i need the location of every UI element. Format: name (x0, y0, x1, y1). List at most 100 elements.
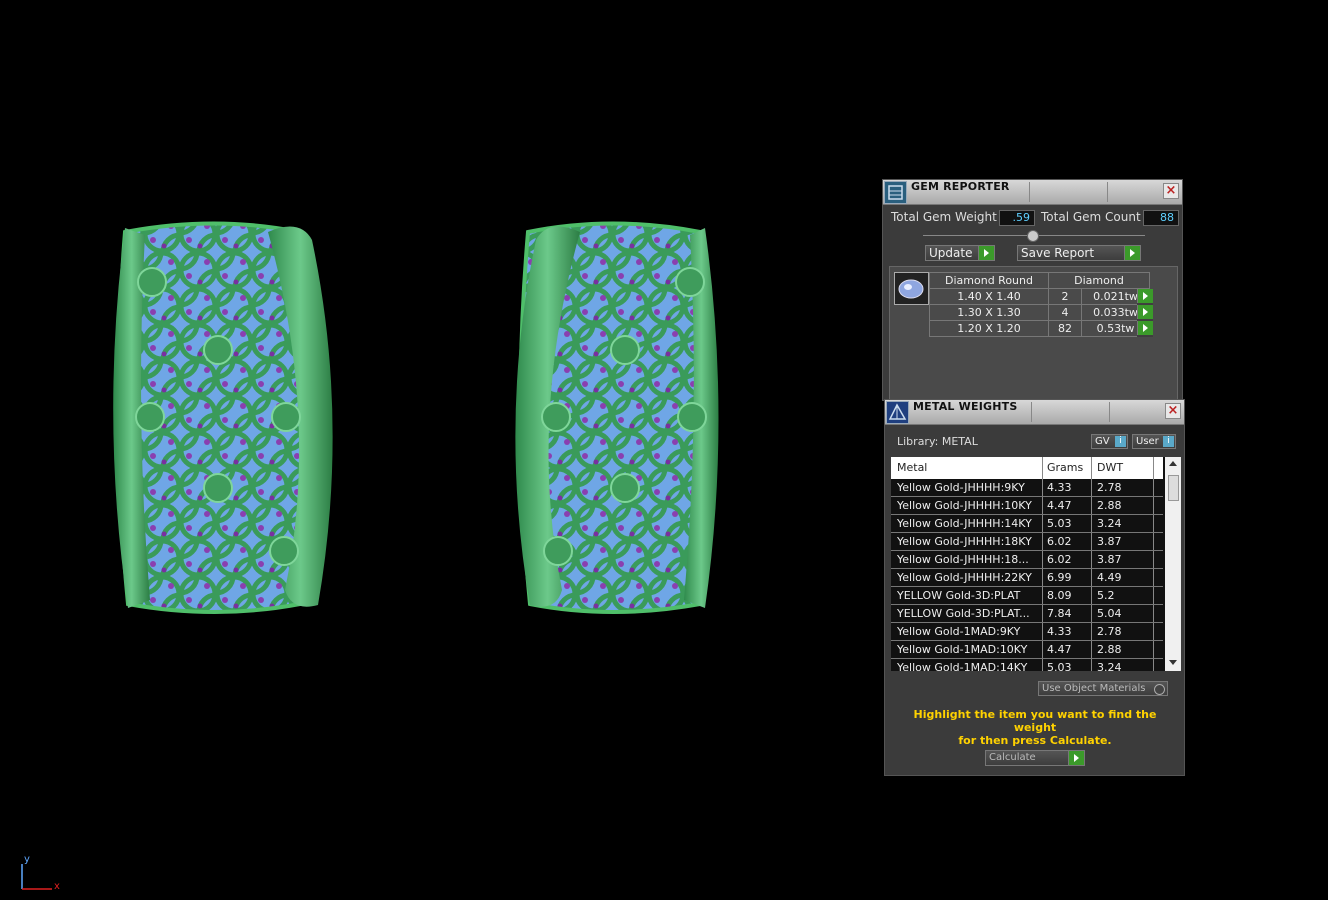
metal-grams: 5.03 (1047, 517, 1072, 530)
metal-row[interactable]: Yellow Gold-1MAD:10KY 4.47 2.88 (891, 641, 1163, 659)
select-row-button[interactable] (1137, 305, 1153, 321)
axis-x-label: x (54, 881, 60, 892)
info-icon: i (1163, 436, 1174, 447)
metal-dwt: 5.04 (1097, 607, 1122, 620)
metal-row[interactable]: YELLOW Gold-3D:PLAT... 7.84 5.04 (891, 605, 1163, 623)
metal-grams: 6.99 (1047, 571, 1072, 584)
earring-right (515, 221, 719, 614)
metal-row[interactable]: Yellow Gold-1MAD:9KY 4.33 2.78 (891, 623, 1163, 641)
radio-icon (1154, 684, 1165, 695)
update-button[interactable]: Update (925, 245, 995, 261)
metal-dwt: 2.88 (1097, 643, 1122, 656)
metal-row[interactable]: Yellow Gold-JHHHH:10KY 4.47 2.88 (891, 497, 1163, 515)
gem-table-row[interactable]: 1.20 X 1.20 82 0.53tw (929, 320, 1150, 337)
splitter-handle-icon[interactable] (1027, 230, 1039, 242)
metal-table-header: Metal Grams DWT (891, 457, 1163, 479)
metal-grams: 8.09 (1047, 589, 1072, 602)
metal-dwt: 4.49 (1097, 571, 1122, 584)
metal-row[interactable]: Yellow Gold-JHHHH:9KY 4.33 2.78 (891, 479, 1163, 497)
metal-dwt: 3.24 (1097, 661, 1122, 671)
gem-list-area: Diamond Round Diamond 1.40 X 1.40 2 0.02… (889, 266, 1178, 404)
metal-row[interactable]: Yellow Gold-JHHHH:14KY 5.03 3.24 (891, 515, 1163, 533)
gem-table-header-shape: Diamond Round (929, 272, 1049, 289)
gem-table: Diamond Round Diamond 1.40 X 1.40 2 0.02… (929, 272, 1150, 337)
use-object-materials-label: Use Object Materials (1042, 683, 1146, 694)
gem-count: 82 (1048, 320, 1082, 337)
select-row-button[interactable] (1137, 321, 1153, 337)
metal-grams: 6.02 (1047, 553, 1072, 566)
metal-weights-titlebar[interactable]: METAL WEIGHTS × (885, 400, 1184, 425)
user-toggle[interactable]: User i (1132, 434, 1176, 449)
metal-table[interactable]: Metal Grams DWT Yellow Gold-JHHHH:9KY 4.3… (891, 457, 1181, 671)
metal-grams: 5.03 (1047, 661, 1072, 671)
gem-table-row[interactable]: 1.30 X 1.30 4 0.033tw (929, 304, 1150, 321)
axis-gizmo: y x (14, 852, 64, 896)
metal-dwt: 3.87 (1097, 535, 1122, 548)
metal-grams: 4.33 (1047, 625, 1072, 638)
gem-reporter-icon (884, 181, 907, 204)
diamond-icon[interactable] (894, 272, 929, 305)
play-icon (1137, 321, 1153, 335)
axis-y-label: y (24, 854, 30, 865)
total-gem-count-label: Total Gem Count (1041, 210, 1141, 224)
gem-table-header-material: Diamond (1048, 272, 1150, 289)
metal-dwt: 2.88 (1097, 499, 1122, 512)
calculate-label: Calculate (989, 752, 1036, 763)
close-icon[interactable]: × (1163, 183, 1179, 199)
gem-size: 1.30 X 1.30 (929, 304, 1049, 321)
close-icon[interactable]: × (1165, 403, 1181, 419)
metal-table-rows: Yellow Gold-JHHHH:9KY 4.33 2.78 Yellow Gold… (891, 479, 1163, 671)
metal-name: Yellow Gold-JHHHH:14KY (897, 517, 1032, 530)
metal-row[interactable]: Yellow Gold-JHHHH:18KY 6.02 3.87 (891, 533, 1163, 551)
metal-name: Yellow Gold-1MAD:14KY (897, 661, 1028, 671)
play-icon (1068, 751, 1084, 765)
play-icon (1137, 289, 1153, 303)
metal-grams: 4.47 (1047, 499, 1072, 512)
info-icon: i (1115, 436, 1126, 447)
metal-dwt: 3.24 (1097, 517, 1122, 530)
gem-reporter-panel: GEM REPORTER × Total Gem Weight .59 Tota… (882, 179, 1183, 404)
gem-table-row[interactable]: 1.40 X 1.40 2 0.021tw (929, 288, 1150, 305)
calculate-hint: Highlight the item you want to find the … (895, 708, 1175, 747)
gem-reporter-title: GEM REPORTER (911, 180, 1010, 193)
metal-column-header[interactable]: Metal (897, 461, 927, 474)
metal-name: Yellow Gold-JHHHH:22KY (897, 571, 1032, 584)
metal-row[interactable]: Yellow Gold-1MAD:14KY 5.03 3.24 (891, 659, 1163, 671)
save-report-button[interactable]: Save Report (1017, 245, 1141, 261)
gem-count: 2 (1048, 288, 1082, 305)
grams-column-header[interactable]: Grams (1047, 461, 1083, 474)
select-row-button[interactable] (1137, 289, 1153, 305)
metal-name: Yellow Gold-JHHHH:18KY (897, 535, 1032, 548)
metal-weights-panel: METAL WEIGHTS × Library: METAL GV i User… (884, 399, 1185, 776)
metal-row[interactable]: Yellow Gold-JHHHH:22KY 6.99 4.49 (891, 569, 1163, 587)
metal-name: Yellow Gold-JHHHH:18... (897, 553, 1029, 566)
earring-left (113, 221, 333, 614)
use-object-materials-toggle[interactable]: Use Object Materials (1038, 681, 1168, 696)
metal-name: Yellow Gold-1MAD:9KY (897, 625, 1021, 638)
gem-size: 1.20 X 1.20 (929, 320, 1049, 337)
save-report-label: Save Report (1021, 246, 1095, 260)
gv-label: GV (1095, 436, 1110, 447)
library-label: Library: METAL (897, 435, 978, 448)
metal-table-scrollbar[interactable] (1165, 457, 1181, 671)
scroll-thumb[interactable] (1168, 475, 1179, 501)
metal-name: Yellow Gold-JHHHH:10KY (897, 499, 1032, 512)
scroll-down-icon[interactable] (1169, 660, 1177, 665)
update-label: Update (929, 246, 973, 260)
play-icon (978, 246, 994, 260)
gem-reporter-titlebar[interactable]: GEM REPORTER × (883, 180, 1182, 205)
calculate-button[interactable]: Calculate (985, 750, 1085, 766)
play-icon (1124, 246, 1140, 260)
gem-count: 4 (1048, 304, 1082, 321)
metal-row[interactable]: Yellow Gold-JHHHH:18... 6.02 3.87 (891, 551, 1163, 569)
gv-toggle[interactable]: GV i (1091, 434, 1128, 449)
metal-name: Yellow Gold-JHHHH:9KY (897, 481, 1025, 494)
metal-name: YELLOW Gold-3D:PLAT (897, 589, 1021, 602)
metal-grams: 6.02 (1047, 535, 1072, 548)
metal-grams: 4.47 (1047, 643, 1072, 656)
metal-row[interactable]: YELLOW Gold-3D:PLAT 8.09 5.2 (891, 587, 1163, 605)
metal-grams: 4.33 (1047, 481, 1072, 494)
metal-dwt: 2.78 (1097, 625, 1122, 638)
dwt-column-header[interactable]: DWT (1097, 461, 1123, 474)
scroll-up-icon[interactable] (1169, 461, 1177, 466)
